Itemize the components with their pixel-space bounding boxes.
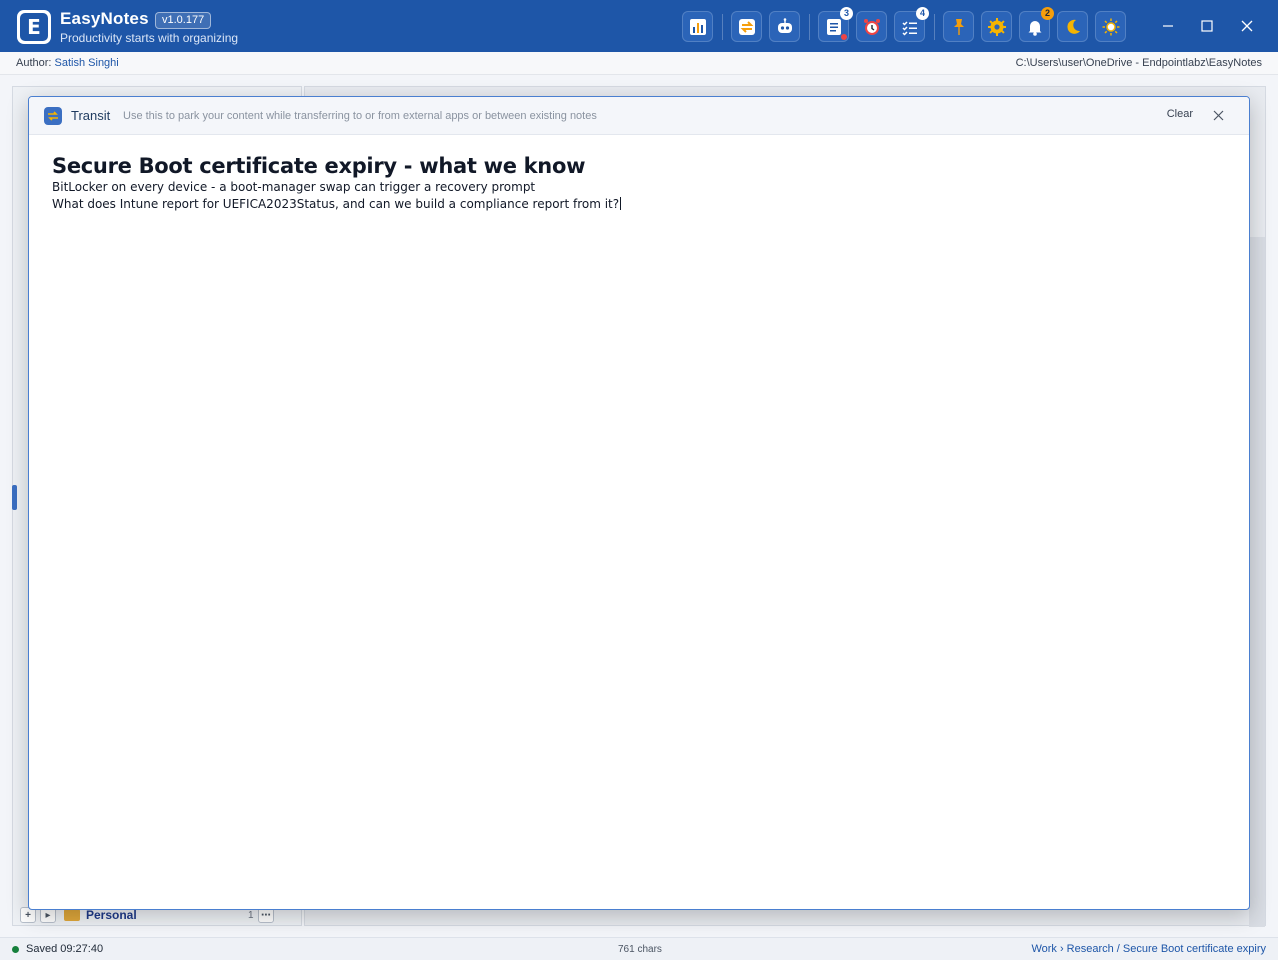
light-mode-button[interactable] (1095, 11, 1126, 42)
logo-letter: E (20, 13, 48, 41)
toolbar-separator (934, 14, 935, 40)
tasks-list-button[interactable]: 3 (818, 7, 853, 42)
app-tagline: Productivity starts with organizing (60, 31, 239, 45)
toolbar-separator (722, 14, 723, 40)
version-badge: v1.0.177 (155, 12, 212, 29)
status-bar: Saved 09:27:40 761 chars Work › Research… (0, 937, 1278, 960)
checklist-icon (901, 20, 917, 36)
note-line-text: What does Intune report for UEFICA2023St… (52, 197, 620, 211)
transit-editor[interactable]: Secure Boot certificate expiry - what we… (52, 153, 1232, 213)
note-line: What does Intune report for UEFICA2023St… (52, 196, 1232, 213)
dashboard-button[interactable] (682, 11, 713, 42)
char-count: 761 chars (618, 944, 662, 955)
checklist-button[interactable]: 4 (894, 7, 929, 42)
title-bar: E EasyNotes v1.0.177 Productivity starts… (0, 0, 1278, 52)
selected-item-marker (12, 485, 17, 510)
file-path: C:\Users\user\OneDrive - Endpointlabz\Ea… (1015, 57, 1262, 69)
maximize-icon (1201, 20, 1213, 32)
moon-icon (1066, 19, 1080, 34)
chart-icon (689, 18, 706, 35)
breadcrumb[interactable]: Work › Research / Secure Boot certificat… (1031, 943, 1266, 955)
list-icon (826, 18, 841, 35)
ai-assistant-button[interactable] (769, 11, 800, 42)
robot-icon (777, 17, 792, 33)
author-bar: Author: Satish Singhi C:\Users\user\OneD… (0, 52, 1278, 75)
close-icon (1241, 20, 1253, 32)
transit-title: Transit (71, 108, 111, 123)
transit-header: Transit Use this to park your content wh… (29, 97, 1249, 135)
toolbar-separator (809, 14, 810, 40)
reminders-button[interactable] (856, 11, 887, 42)
transfer-icon (44, 107, 62, 125)
author-label: Author: (16, 57, 52, 69)
folder-icon (64, 909, 80, 921)
tasks-badge: 3 (840, 7, 853, 20)
unread-dot (841, 34, 847, 40)
sun-icon (1102, 18, 1119, 35)
editor-scrollbar[interactable] (1249, 237, 1265, 927)
note-heading: Secure Boot certificate expiry - what we… (52, 154, 586, 178)
folder-count: 1 (248, 909, 254, 921)
pin-icon (953, 18, 964, 35)
bell-icon (1028, 20, 1041, 36)
close-window-button[interactable] (1235, 14, 1259, 38)
saved-indicator-dot (12, 946, 19, 953)
text-caret (620, 197, 622, 210)
minimize-icon (1163, 25, 1173, 27)
author-name[interactable]: Satish Singhi (55, 57, 119, 69)
pin-button[interactable] (943, 11, 974, 42)
alarm-clock-icon (863, 18, 880, 35)
folder-name: Personal (86, 908, 137, 922)
minimize-button[interactable] (1156, 14, 1180, 38)
dark-mode-button[interactable] (1057, 11, 1088, 42)
settings-button[interactable] (981, 11, 1012, 42)
saved-status: Saved 09:27:40 (26, 943, 104, 955)
transit-hint: Use this to park your content while tran… (123, 110, 597, 122)
notifications-button[interactable]: 2 (1019, 7, 1054, 42)
checklist-badge: 4 (916, 7, 929, 20)
transit-dialog: Transit Use this to park your content wh… (28, 96, 1250, 910)
transfer-icon (738, 18, 755, 35)
clear-button[interactable]: Clear (1167, 108, 1193, 120)
note-line: BitLocker on every device - a boot-manag… (52, 180, 536, 194)
maximize-button[interactable] (1195, 14, 1219, 38)
gear-icon (987, 17, 1006, 36)
transit-button[interactable] (731, 11, 762, 42)
close-icon (1213, 110, 1223, 120)
app-logo: E (17, 10, 51, 44)
notifications-badge: 2 (1041, 7, 1054, 20)
app-name: EasyNotes (60, 9, 149, 28)
close-dialog-button[interactable] (1209, 106, 1227, 124)
